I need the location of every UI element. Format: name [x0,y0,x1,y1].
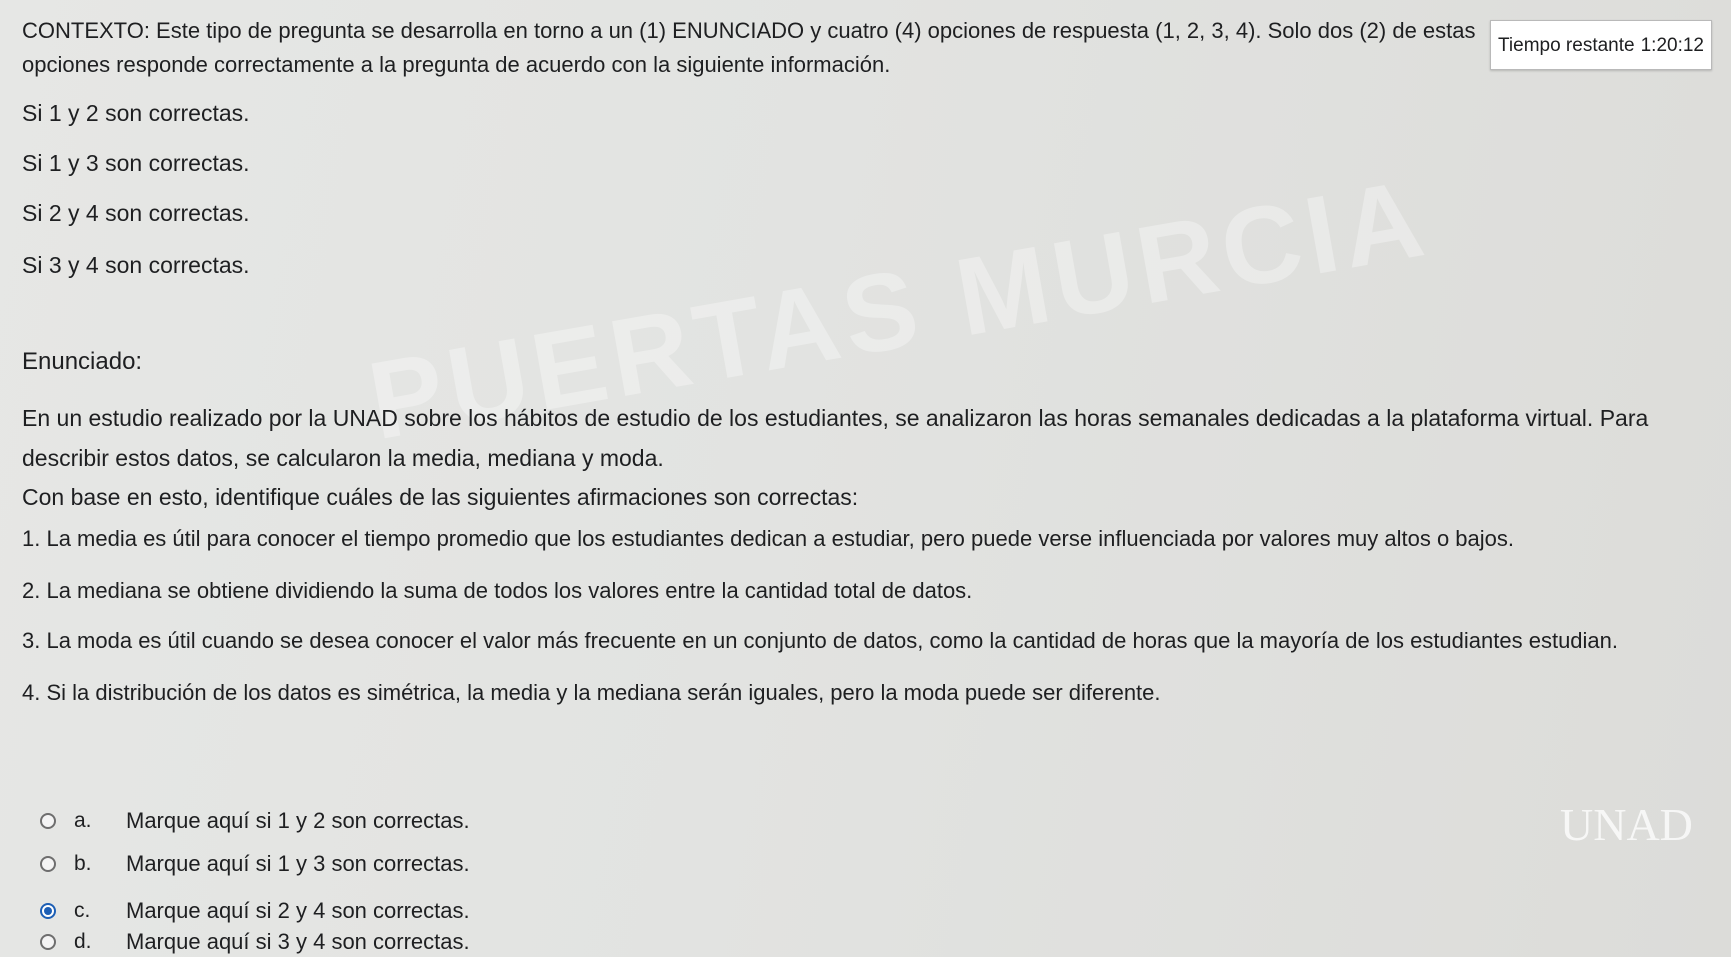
statement-2: 2. La mediana se obtiene dividiendo la s… [22,578,973,603]
option-letter: a. [74,809,92,832]
unad-logo: UNAD [1560,800,1693,910]
option-letter: c. [74,899,91,922]
answer-code-4: Si 3 y 4 son correctas. [22,252,250,278]
option-text[interactable]: Marque aquí si 1 y 2 son correctas. [126,808,470,834]
answer-code-3: Si 2 y 4 son correctas. [22,200,250,226]
answer-code-2: Si 1 y 3 son correctas. [22,150,250,176]
option-text[interactable]: Marque aquí si 1 y 3 son correctas. [126,851,470,877]
time-remaining-label: Tiempo restante [1498,35,1635,56]
radio-option-d[interactable] [40,934,56,950]
time-remaining-value: 1:20:12 [1640,35,1704,56]
enunciado-text: En un estudio realizado por la UNAD sobr… [22,405,1649,471]
answer-option-d[interactable]: d. Marque aquí si 3 y 4 son correctas. [40,924,470,957]
radio-option-b[interactable] [40,856,56,872]
logo-text: UNAD [1560,799,1693,850]
quiz-screen: PUERTAS MURCIA CONTEXTO: Este tipo de pr… [0,0,1731,957]
radio-option-a[interactable] [40,813,56,829]
context-paragraph: CONTEXTO: Este tipo de pregunta se desar… [22,18,1476,77]
instruction-text: Con base en esto, identifique cuáles de … [22,484,859,510]
option-text[interactable]: Marque aquí si 3 y 4 son correctas. [126,929,470,955]
time-remaining-box: Tiempo restante 1:20:12 [1490,20,1712,70]
statement-1: 1. La media es útil para conocer el tiem… [22,526,1515,551]
radio-option-c-selected[interactable] [40,903,56,919]
statement-3: 3. La moda es útil cuando se desea conoc… [22,628,1619,653]
enunciado-label: Enunciado: [22,348,143,375]
statement-4: 4. Si la distribución de los datos es si… [22,680,1161,705]
option-letter: d. [74,930,92,953]
option-letter: b. [74,852,92,875]
option-text[interactable]: Marque aquí si 2 y 4 son correctas. [126,898,470,924]
answer-option-a[interactable]: a. Marque aquí si 1 y 2 son correctas. [40,803,470,839]
answer-code-1: Si 1 y 2 son correctas. [22,100,250,126]
answer-option-b[interactable]: b. Marque aquí si 1 y 3 son correctas. [40,846,470,882]
